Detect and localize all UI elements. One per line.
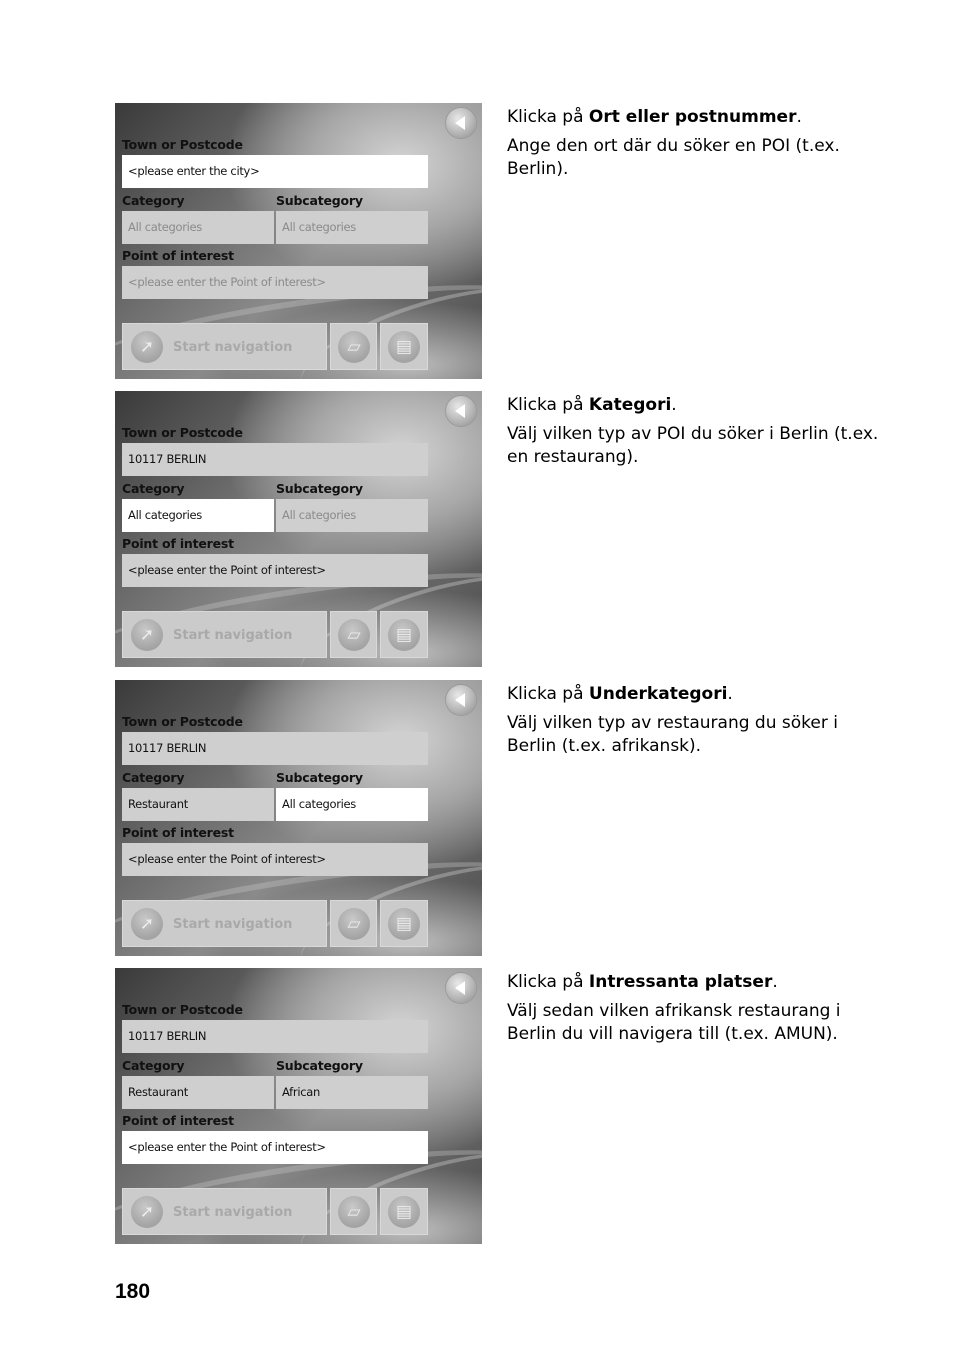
subcategory-label: Subcategory (276, 481, 363, 496)
screenshot-poi-search: Town or Postcode <please enter the city>… (115, 103, 482, 379)
page-number: 180 (115, 1280, 151, 1303)
town-label: Town or Postcode (122, 137, 243, 152)
back-button[interactable] (446, 685, 476, 715)
poi-label: Point of interest (122, 1113, 234, 1128)
town-input[interactable]: 10117 BERLIN (122, 443, 428, 476)
show-map-button[interactable]: ▱ (330, 323, 377, 370)
subcategory-select[interactable]: All categories (276, 788, 428, 821)
save-button[interactable]: ▤ (380, 611, 428, 658)
subcategory-label: Subcategory (276, 770, 363, 785)
show-map-button[interactable]: ▱ (330, 900, 377, 947)
navigate-arrow-icon: ➚ (131, 331, 163, 363)
start-navigation-label: Start navigation (173, 1205, 293, 1220)
category-select[interactable]: Restaurant (122, 788, 274, 821)
screenshot-poi-search: Town or Postcode 10117 BERLIN Category S… (115, 391, 482, 667)
navigate-arrow-icon: ➚ (131, 1196, 163, 1228)
town-input[interactable]: <please enter the city> (122, 155, 428, 188)
subcategory-select[interactable]: African (276, 1076, 428, 1109)
back-button[interactable] (446, 973, 476, 1003)
poi-input[interactable]: <please enter the Point of interest> (122, 554, 428, 587)
poi-input[interactable]: <please enter the Point of interest> (122, 266, 428, 299)
show-map-button[interactable]: ▱ (330, 1188, 377, 1235)
navigate-arrow-icon: ➚ (131, 619, 163, 651)
town-label: Town or Postcode (122, 425, 243, 440)
floppy-disk-icon: ▤ (388, 908, 420, 940)
map-icon: ▱ (338, 908, 370, 940)
poi-input[interactable]: <please enter the Point of interest> (122, 1131, 428, 1164)
map-icon: ▱ (338, 619, 370, 651)
save-button[interactable]: ▤ (380, 323, 428, 370)
step-4: Town or Postcode 10117 BERLIN Category S… (0, 968, 954, 1244)
map-icon: ▱ (338, 331, 370, 363)
start-navigation-label: Start navigation (173, 917, 293, 932)
floppy-disk-icon: ▤ (388, 331, 420, 363)
category-label: Category (122, 770, 185, 785)
back-button[interactable] (446, 396, 476, 426)
save-button[interactable]: ▤ (380, 1188, 428, 1235)
town-input[interactable]: 10117 BERLIN (122, 1020, 428, 1053)
category-select[interactable]: Restaurant (122, 1076, 274, 1109)
show-map-button[interactable]: ▱ (330, 611, 377, 658)
start-navigation-button[interactable]: ➚ Start navigation (122, 1188, 327, 1235)
floppy-disk-icon: ▤ (388, 1196, 420, 1228)
instruction: Klicka på Underkategori. Välj vilken typ… (507, 684, 838, 756)
step-3: Town or Postcode 10117 BERLIN Category S… (0, 680, 954, 956)
instruction: Klicka på Ort eller postnummer. Ange den… (507, 107, 840, 179)
instruction: Klicka på Kategori. Välj vilken typ av P… (507, 395, 879, 467)
category-label: Category (122, 1058, 185, 1073)
category-label: Category (122, 193, 185, 208)
town-label: Town or Postcode (122, 714, 243, 729)
poi-label: Point of interest (122, 825, 234, 840)
subcategory-label: Subcategory (276, 193, 363, 208)
start-navigation-label: Start navigation (173, 628, 293, 643)
subcategory-label: Subcategory (276, 1058, 363, 1073)
screenshot-poi-search: Town or Postcode 10117 BERLIN Category S… (115, 968, 482, 1244)
poi-label: Point of interest (122, 248, 234, 263)
start-navigation-button[interactable]: ➚ Start navigation (122, 611, 327, 658)
subcategory-select[interactable]: All categories (276, 211, 428, 244)
save-button[interactable]: ▤ (380, 900, 428, 947)
step-1: Town or Postcode <please enter the city>… (0, 103, 954, 379)
town-input[interactable]: 10117 BERLIN (122, 732, 428, 765)
start-navigation-button[interactable]: ➚ Start navigation (122, 323, 327, 370)
poi-label: Point of interest (122, 536, 234, 551)
subcategory-select[interactable]: All categories (276, 499, 428, 532)
start-navigation-button[interactable]: ➚ Start navigation (122, 900, 327, 947)
town-label: Town or Postcode (122, 1002, 243, 1017)
step-2: Town or Postcode 10117 BERLIN Category S… (0, 391, 954, 667)
start-navigation-label: Start navigation (173, 340, 293, 355)
navigate-arrow-icon: ➚ (131, 908, 163, 940)
map-icon: ▱ (338, 1196, 370, 1228)
category-select[interactable]: All categories (122, 499, 274, 532)
floppy-disk-icon: ▤ (388, 619, 420, 651)
poi-input[interactable]: <please enter the Point of interest> (122, 843, 428, 876)
instruction: Klicka på Intressanta platser. Välj seda… (507, 972, 841, 1044)
screenshot-poi-search: Town or Postcode 10117 BERLIN Category S… (115, 680, 482, 956)
category-label: Category (122, 481, 185, 496)
category-select[interactable]: All categories (122, 211, 274, 244)
back-button[interactable] (446, 108, 476, 138)
